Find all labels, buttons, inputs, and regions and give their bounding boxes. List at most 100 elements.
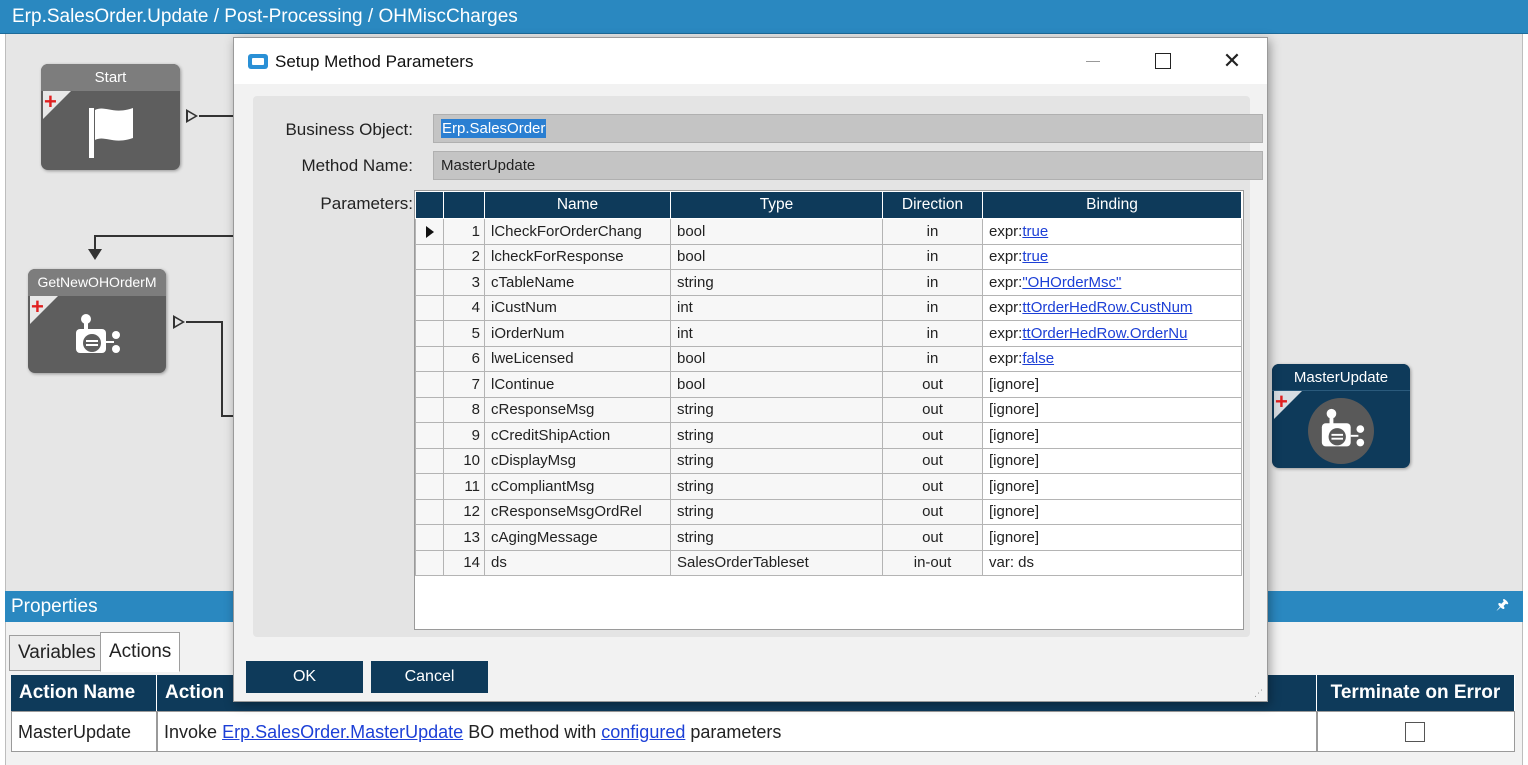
param-name-cell[interactable]: iCustNum [484,294,671,321]
get-new-order-node[interactable]: GetNewOHOrderM + [28,269,166,373]
cancel-button[interactable]: Cancel [371,661,488,693]
parameter-row[interactable]: 9 cCreditShipAction string out [ignore] [415,422,1242,449]
binding-link[interactable]: true [1022,248,1048,265]
row-selector[interactable] [415,345,444,372]
row-number-cell[interactable]: 8 [443,396,485,423]
param-direction-cell[interactable]: out [882,498,983,525]
row-number-cell[interactable]: 11 [443,473,485,500]
parameters-grid[interactable]: Name Type Direction Binding 1 lCheckForOr… [414,190,1244,630]
row-number-cell[interactable]: 14 [443,549,485,576]
parameter-row[interactable]: 11 cCompliantMsg string out [ignore] [415,473,1242,500]
row-selector[interactable] [415,269,444,296]
binding-link[interactable]: false [1022,350,1054,367]
ok-button[interactable]: OK [246,661,363,693]
row-selector[interactable] [415,371,444,398]
add-icon[interactable]: + [1274,389,1302,419]
param-binding-cell[interactable]: expr:ttOrderHedRow.OrderNu [982,320,1242,347]
row-number-cell[interactable]: 5 [443,320,485,347]
row-number-cell[interactable]: 3 [443,269,485,296]
start-node[interactable]: Start + [41,64,180,170]
param-type-cell[interactable]: string [670,473,883,500]
row-selector[interactable] [415,473,444,500]
param-direction-cell[interactable]: out [882,371,983,398]
row-selector[interactable] [415,294,444,321]
binding-link[interactable]: "OHOrderMsc" [1022,274,1121,291]
row-number-cell[interactable]: 2 [443,243,485,270]
param-direction-cell[interactable]: in [882,269,983,296]
row-selector[interactable] [415,218,444,245]
param-binding-cell[interactable]: [ignore] [982,371,1242,398]
param-type-cell[interactable]: string [670,269,883,296]
param-name-cell[interactable]: cAgingMessage [484,524,671,551]
param-type-cell[interactable]: bool [670,243,883,270]
param-direction-cell[interactable]: out [882,473,983,500]
param-name-cell[interactable]: lweLicensed [484,345,671,372]
row-number-cell[interactable]: 7 [443,371,485,398]
tab-actions[interactable]: Actions [100,632,181,672]
param-binding-cell[interactable]: expr:true [982,243,1242,270]
param-binding-cell[interactable]: [ignore] [982,498,1242,525]
parameter-row[interactable]: 6 lweLicensed bool in expr:false [415,345,1242,372]
row-selector[interactable] [415,320,444,347]
method-name-field[interactable]: MasterUpdate [433,151,1263,180]
param-direction-cell[interactable]: out [882,396,983,423]
param-direction-cell[interactable]: out [882,422,983,449]
method-link[interactable]: Erp.SalesOrder.MasterUpdate [222,722,463,742]
param-name-cell[interactable]: cCreditShipAction [484,422,671,449]
close-button[interactable]: ✕ [1211,46,1253,76]
param-type-cell[interactable]: string [670,396,883,423]
row-number-cell[interactable]: 10 [443,447,485,474]
binding-link[interactable]: true [1022,223,1048,240]
param-type-cell[interactable]: SalesOrderTableset [670,549,883,576]
parameter-row[interactable]: 12 cResponseMsgOrdRel string out [ignore] [415,498,1242,525]
maximize-button[interactable] [1141,46,1183,76]
row-number-cell[interactable]: 9 [443,422,485,449]
row-number-cell[interactable]: 13 [443,524,485,551]
param-direction-cell[interactable]: in [882,294,983,321]
terminate-on-error-checkbox[interactable] [1405,722,1425,742]
param-direction-cell[interactable]: in [882,218,983,245]
param-type-cell[interactable]: string [670,524,883,551]
add-icon[interactable]: + [43,89,71,119]
column-type[interactable]: Type [670,191,883,219]
row-number-cell[interactable]: 12 [443,498,485,525]
resize-grip-icon[interactable]: ⋰ [1254,688,1264,698]
param-direction-cell[interactable]: out [882,524,983,551]
parameter-row[interactable]: 3 cTableName string in expr:"OHOrderMsc" [415,269,1242,296]
pin-icon[interactable]: 🖈 [1496,594,1509,618]
param-name-cell[interactable]: cResponseMsg [484,396,671,423]
action-name-cell[interactable]: MasterUpdate [11,711,157,752]
param-name-cell[interactable]: iOrderNum [484,320,671,347]
param-binding-cell[interactable]: expr:true [982,218,1242,245]
param-type-cell[interactable]: string [670,447,883,474]
parameter-row[interactable]: 4 iCustNum int in expr:ttOrderHedRow.CustNum [415,294,1242,321]
param-name-cell[interactable]: lCheckForOrderChang [484,218,671,245]
param-type-cell[interactable]: string [670,498,883,525]
param-binding-cell[interactable]: expr:false [982,345,1242,372]
parameter-row[interactable]: 7 lContinue bool out [ignore] [415,371,1242,398]
param-binding-cell[interactable]: [ignore] [982,473,1242,500]
column-action-name[interactable]: Action Name [11,675,157,711]
param-binding-cell[interactable]: expr:"OHOrderMsc" [982,269,1242,296]
tab-variables[interactable]: Variables [9,635,105,671]
master-update-node[interactable]: MasterUpdate + [1272,364,1410,468]
param-type-cell[interactable]: bool [670,345,883,372]
param-direction-cell[interactable]: out [882,447,983,474]
param-direction-cell[interactable]: in [882,345,983,372]
binding-link[interactable]: ttOrderHedRow.CustNum [1022,299,1192,316]
param-binding-cell[interactable]: [ignore] [982,396,1242,423]
parameter-row[interactable]: 5 iOrderNum int in expr:ttOrderHedRow.OrderN… [415,320,1242,347]
column-binding[interactable]: Binding [982,191,1242,219]
row-selector[interactable] [415,549,444,576]
param-binding-cell[interactable]: [ignore] [982,524,1242,551]
parameter-row[interactable]: 13 cAgingMessage string out [ignore] [415,524,1242,551]
binding-link[interactable]: ttOrderHedRow.OrderNu [1022,325,1187,342]
row-number-cell[interactable]: 4 [443,294,485,321]
row-number-cell[interactable]: 1 [443,218,485,245]
row-selector[interactable] [415,396,444,423]
param-binding-cell[interactable]: [ignore] [982,422,1242,449]
param-direction-cell[interactable]: in-out [882,549,983,576]
param-type-cell[interactable]: bool [670,218,883,245]
row-selector[interactable] [415,447,444,474]
column-name[interactable]: Name [484,191,671,219]
